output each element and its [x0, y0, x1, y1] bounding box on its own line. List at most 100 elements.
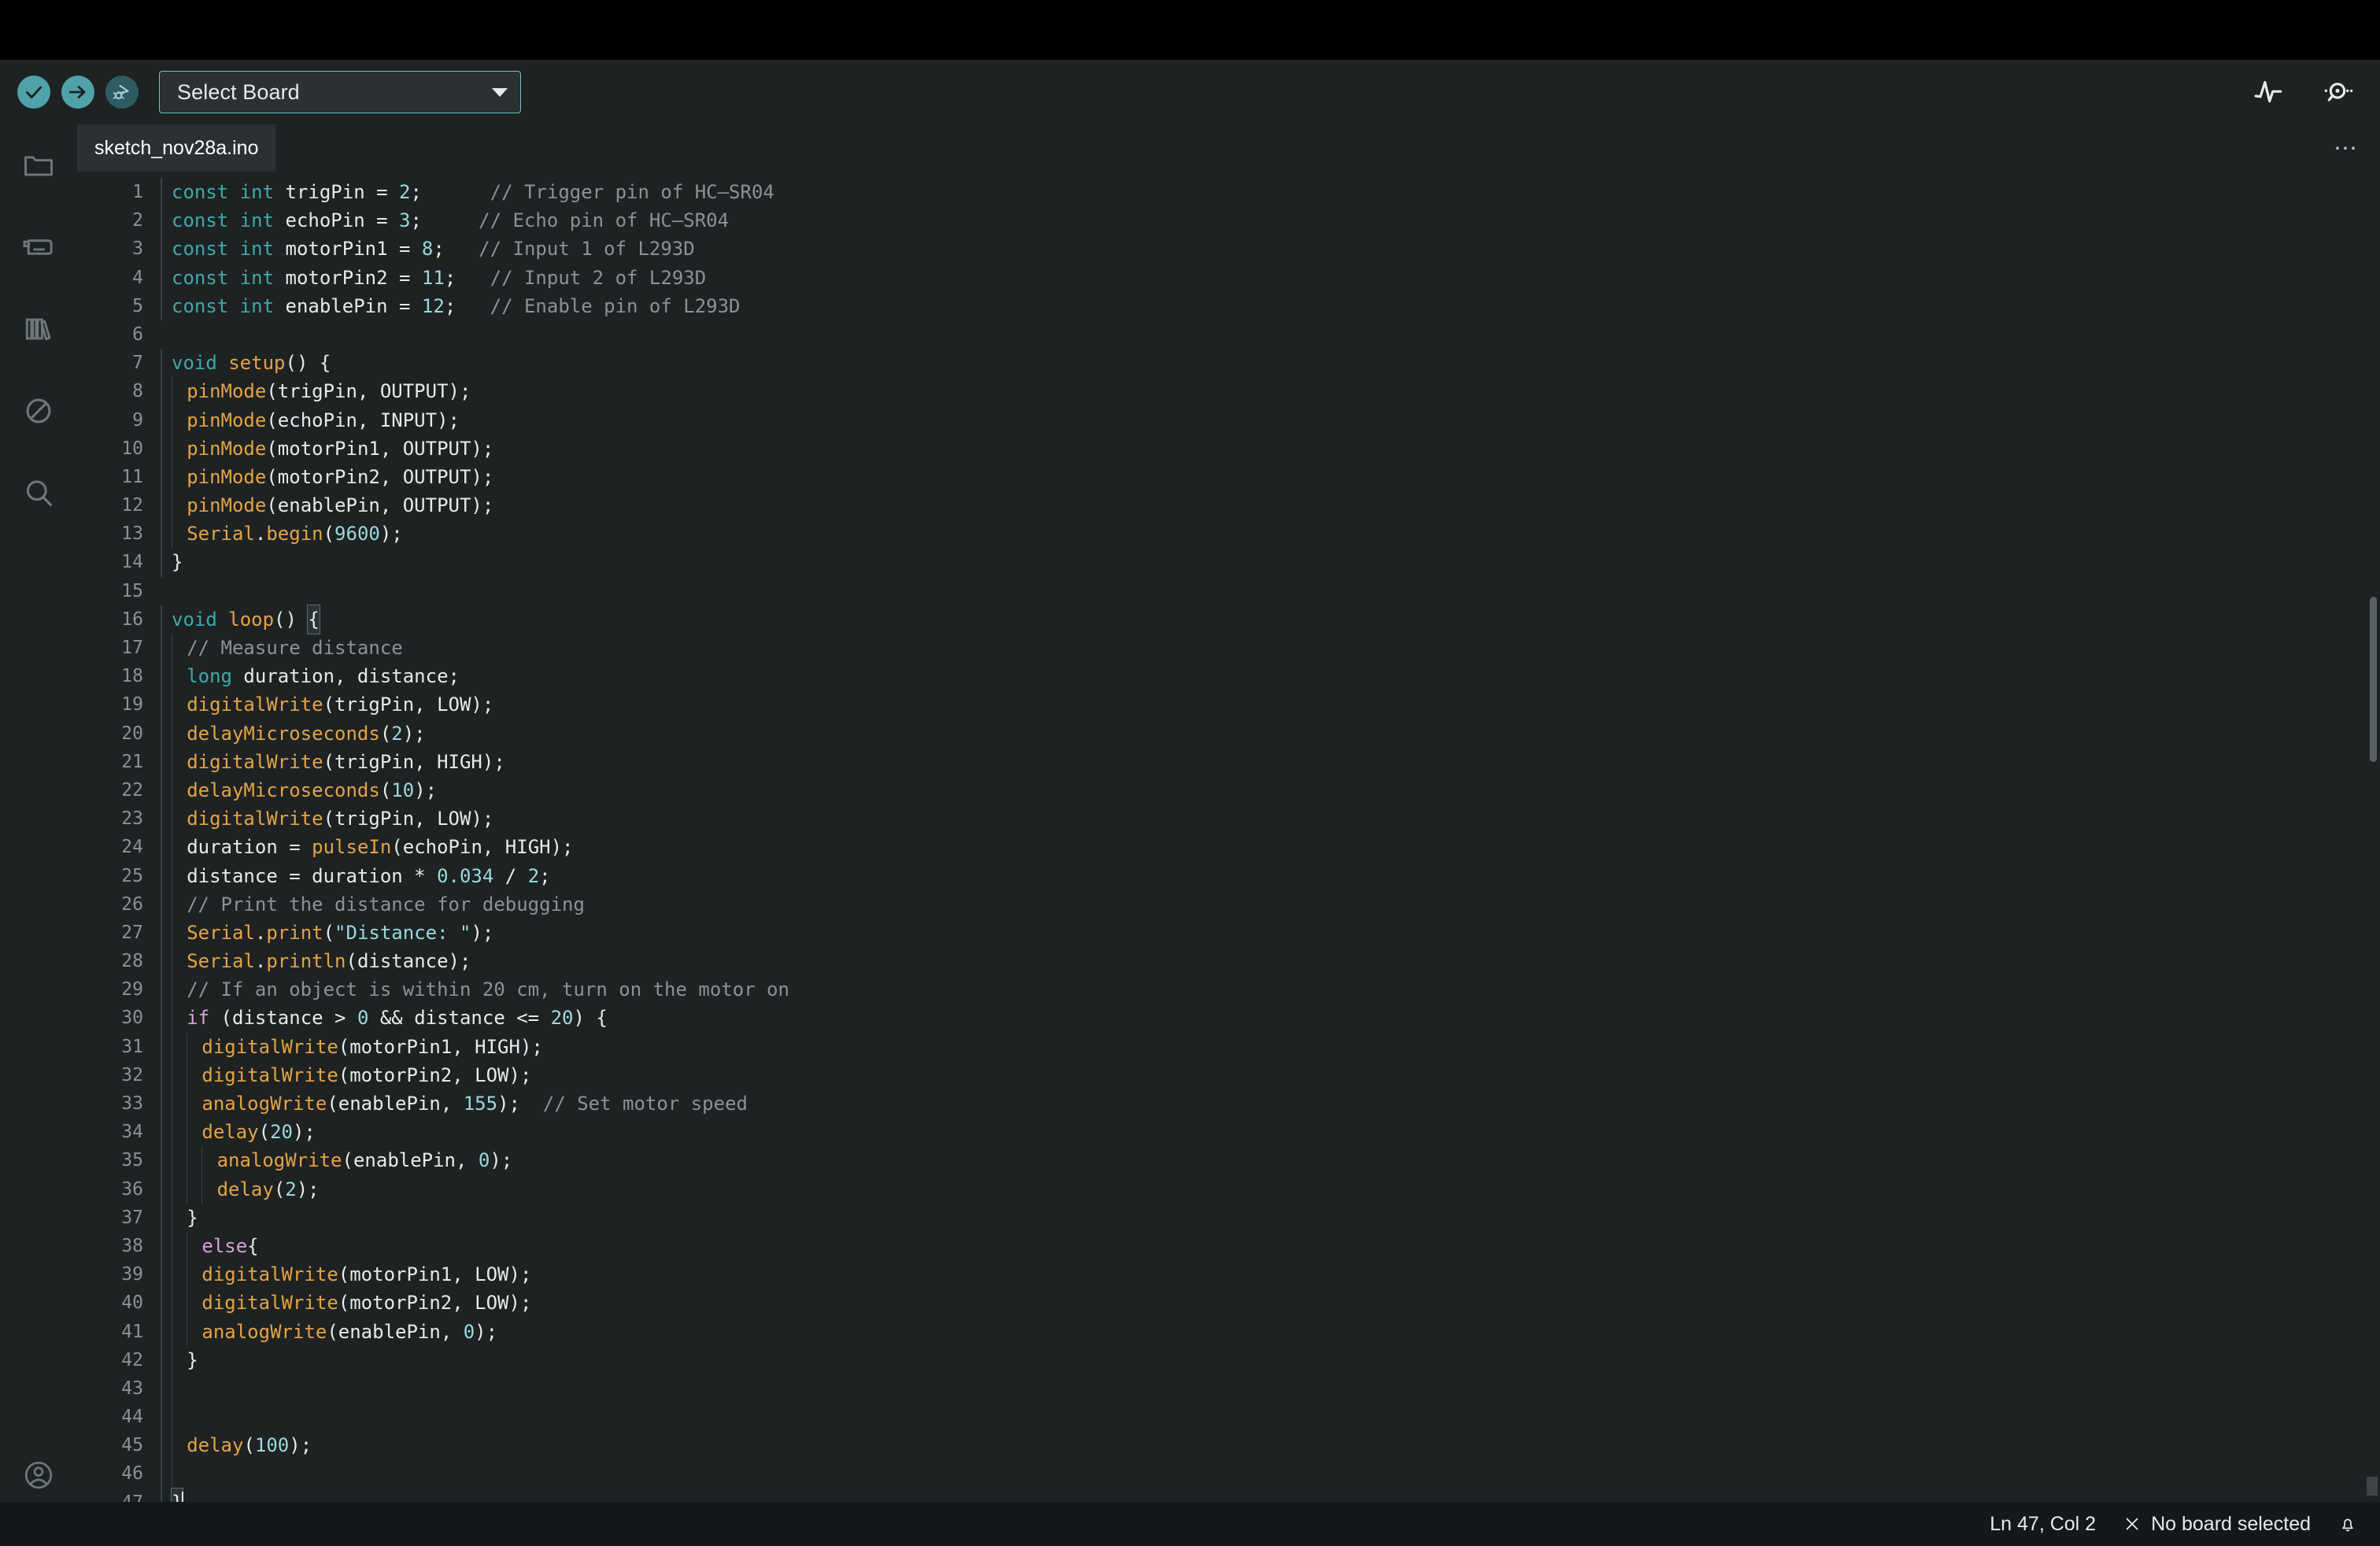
- line-content[interactable]: duration = pulseIn (echoPin, HIGH);: [161, 833, 2380, 862]
- code-token-fn: pinMode: [187, 465, 267, 488]
- line-content[interactable]: else{: [161, 1231, 2380, 1261]
- line-content[interactable]: }: [161, 1203, 2380, 1232]
- bell-icon: [2342, 1518, 2353, 1532]
- line-content[interactable]: pinMode (motorPin1, OUTPUT);: [161, 434, 2380, 463]
- line-content[interactable]: digitalWrite (motorPin1, LOW);: [161, 1260, 2380, 1289]
- line-content[interactable]: }: [161, 548, 2380, 577]
- line-content[interactable]: const int motorPin1 = 8; // Input 1 of L…: [161, 235, 2380, 264]
- line-content[interactable]: distance = duration * 0.034 / 2;: [161, 861, 2380, 890]
- line-content[interactable]: [161, 1403, 2380, 1432]
- line-number: 37: [121, 1207, 143, 1228]
- sidebar-item-boards-manager[interactable]: [0, 206, 77, 288]
- code-token-num: 9600: [334, 523, 380, 546]
- line-content[interactable]: digitalWrite (motorPin2, LOW);: [161, 1060, 2380, 1089]
- board-status[interactable]: No board selected: [2123, 1513, 2311, 1536]
- code-line: 27 Serial. print("Distance: ");: [77, 918, 2380, 948]
- indent-guide: [172, 1289, 187, 1318]
- line-content[interactable]: digitalWrite (motorPin1, HIGH);: [161, 1032, 2380, 1061]
- sidebar-item-library-manager[interactable]: [0, 288, 77, 370]
- line-content[interactable]: if (distance > 0 && distance <= 20) {: [161, 1004, 2380, 1033]
- line-number: 13: [121, 523, 143, 545]
- line-content[interactable]: // Print the distance for debugging: [161, 890, 2380, 919]
- indent-guide: [172, 947, 187, 976]
- board-selector[interactable]: Select Board: [159, 71, 521, 113]
- code-token-fn: delay: [216, 1178, 274, 1200]
- code-token-plain: ;: [539, 864, 551, 887]
- serial-monitor-icon[interactable]: [2322, 76, 2353, 108]
- sidebar-item-search[interactable]: [0, 452, 77, 534]
- code-token-plain: );: [414, 779, 438, 801]
- editor-vertical-scrollbar[interactable]: [2370, 597, 2377, 762]
- code-token-com: // Enable pin of L293D: [490, 294, 741, 317]
- line-content[interactable]: analogWrite (enablePin, 0);: [161, 1146, 2380, 1175]
- upload-button[interactable]: [61, 76, 94, 109]
- indent-guide: [172, 690, 187, 719]
- code-token-kw: int: [239, 209, 275, 232]
- code-token-plain: }: [172, 551, 183, 574]
- code-token-plain: );: [289, 1434, 312, 1457]
- line-content[interactable]: pinMode (echoPin, INPUT);: [161, 405, 2380, 435]
- line-content[interactable]: }: [161, 1487, 2380, 1502]
- line-content[interactable]: delay(20);: [161, 1118, 2380, 1147]
- line-content[interactable]: delay(100);: [161, 1431, 2380, 1460]
- line-content[interactable]: void loop() {: [161, 604, 2380, 635]
- tab-overflow-menu[interactable]: ⋯: [2313, 124, 2380, 172]
- indent-guide: [172, 1118, 187, 1147]
- code-token-fn: pinMode: [187, 409, 267, 431]
- line-content[interactable]: pinMode (trigPin, OUTPUT);: [161, 377, 2380, 406]
- line-content[interactable]: long duration, distance;: [161, 662, 2380, 691]
- person-circle-icon: [24, 1461, 53, 1489]
- debug-button[interactable]: [105, 76, 139, 109]
- code-token-fn: analogWrite: [216, 1149, 342, 1172]
- code-token-fn: print: [266, 921, 323, 944]
- line-content[interactable]: }: [161, 1345, 2380, 1374]
- line-content[interactable]: Serial. print("Distance: ");: [161, 918, 2380, 948]
- line-content[interactable]: Serial. println (distance);: [161, 947, 2380, 976]
- indent-guide: [172, 1203, 187, 1232]
- code-token-num: 8: [421, 238, 434, 261]
- line-content[interactable]: digitalWrite (trigPin, LOW);: [161, 804, 2380, 834]
- line-content[interactable]: // If an object is within 20 cm, turn on…: [161, 975, 2380, 1004]
- line-content[interactable]: [161, 1374, 2380, 1404]
- line-content[interactable]: delay(2);: [161, 1174, 2380, 1204]
- code-line: 1 const int trigPin = 2; // Trigger pin o…: [77, 178, 2380, 207]
- line-content[interactable]: analogWrite (enablePin, 0);: [161, 1317, 2380, 1346]
- verify-button[interactable]: [17, 76, 50, 109]
- line-content[interactable]: analogWrite (enablePin, 155); // Set moto…: [161, 1089, 2380, 1119]
- line-content[interactable]: const int trigPin = 2; // Trigger pin of…: [161, 178, 2380, 207]
- line-content[interactable]: const int enablePin = 12; // Enable pin …: [161, 291, 2380, 320]
- arduino-ide-window: Select Board sketch_nov28a.ino ⋯ 1 const…: [0, 0, 2380, 1546]
- code-token-fn: setup: [228, 352, 286, 375]
- line-content[interactable]: delayMicroseconds(2);: [161, 719, 2380, 748]
- line-content[interactable]: Serial. begin(9600);: [161, 520, 2380, 549]
- line-content[interactable]: [161, 320, 2380, 349]
- code-token-fn: Serial: [187, 921, 255, 944]
- line-content[interactable]: const int echoPin = 3; // Echo pin of HC…: [161, 206, 2380, 235]
- sidebar-item-sketchbook[interactable]: [0, 124, 77, 206]
- code-token-plain: );: [475, 1320, 498, 1343]
- line-content[interactable]: const int motorPin2 = 11; // Input 2 of …: [161, 263, 2380, 292]
- line-content[interactable]: [161, 577, 2380, 605]
- sidebar-item-debug[interactable]: [0, 370, 77, 452]
- line-content[interactable]: void setup() {: [161, 349, 2380, 378]
- serial-plotter-icon[interactable]: [2252, 76, 2284, 108]
- code-editor[interactable]: 1 const int trigPin = 2; // Trigger pin o…: [77, 172, 2380, 1502]
- line-content[interactable]: digitalWrite (trigPin, LOW);: [161, 690, 2380, 719]
- line-content[interactable]: digitalWrite (trigPin, HIGH);: [161, 747, 2380, 776]
- line-content[interactable]: digitalWrite (motorPin2, LOW);: [161, 1289, 2380, 1318]
- code-token-plain: (trigPin, LOW);: [323, 693, 494, 716]
- line-content[interactable]: pinMode (enablePin, OUTPUT);: [161, 491, 2380, 520]
- tab-sketch-file[interactable]: sketch_nov28a.ino: [77, 124, 276, 172]
- indent-guide: [187, 1146, 202, 1175]
- line-content[interactable]: delayMicroseconds(10);: [161, 775, 2380, 805]
- line-number: 23: [121, 808, 143, 830]
- code-token-kw: int: [239, 238, 275, 261]
- line-content[interactable]: [161, 1459, 2380, 1489]
- line-content[interactable]: pinMode (motorPin2, OUTPUT);: [161, 462, 2380, 492]
- notifications-button[interactable]: [2338, 1514, 2358, 1534]
- checkmark-icon: [25, 86, 42, 98]
- code-token-plain: () {: [285, 352, 331, 375]
- line-content[interactable]: // Measure distance: [161, 634, 2380, 663]
